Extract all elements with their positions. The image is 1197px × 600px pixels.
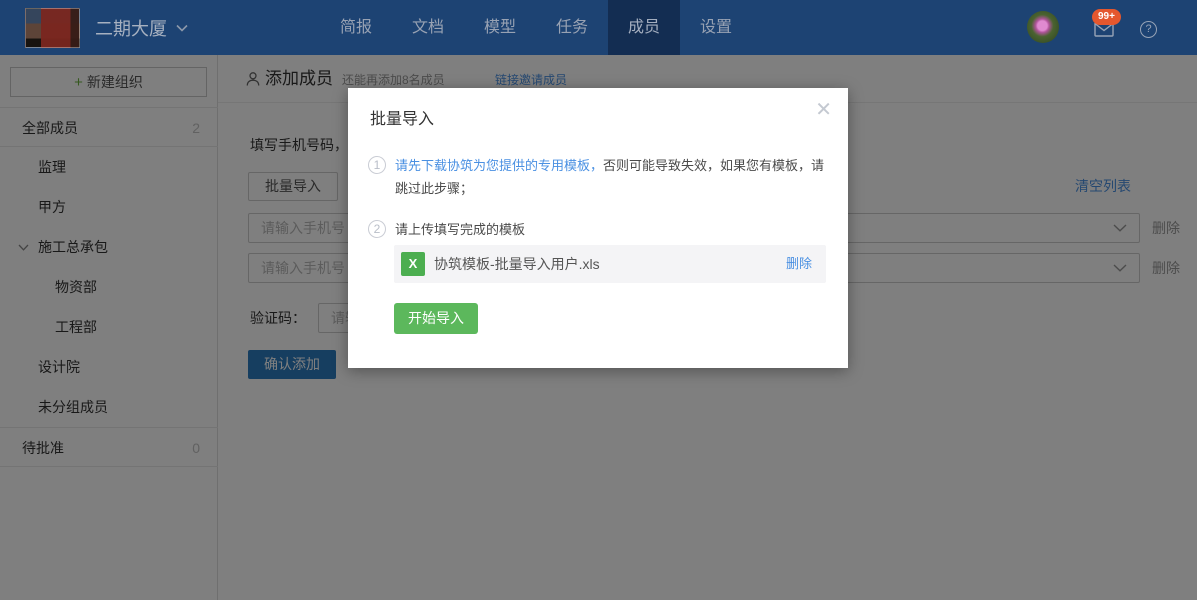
nav-tab-tasks[interactable]: 任务 — [536, 0, 608, 55]
nav-tab-settings[interactable]: 设置 — [680, 0, 752, 55]
close-icon[interactable]: ✕ — [815, 98, 832, 122]
nav-tab-documents[interactable]: 文档 — [392, 0, 464, 55]
modal-title: 批量导入 — [370, 105, 434, 129]
nav-tab-models[interactable]: 模型 — [464, 0, 536, 55]
step-2-number: 2 — [368, 220, 386, 238]
step-1-number: 1 — [368, 156, 386, 174]
step-2: 2 请上传填写完成的模板 — [368, 218, 829, 241]
step-1: 1 请先下载协筑为您提供的专用模板，否则可能导致失效，如果您有模板，请跳过此步骤… — [368, 154, 829, 200]
step-2-text: 请上传填写完成的模板 — [395, 218, 829, 241]
start-import-button[interactable]: 开始导入 — [394, 303, 478, 334]
uploaded-file-row: X 协筑模板-批量导入用户.xls 删除 — [394, 245, 826, 283]
nav-tab-briefing[interactable]: 简报 — [320, 0, 392, 55]
delete-file-link[interactable]: 删除 — [786, 245, 812, 283]
project-name: 二期大厦 — [95, 15, 167, 41]
project-logo-thumbnail[interactable] — [25, 8, 80, 48]
user-avatar[interactable] — [1027, 11, 1059, 43]
download-template-link[interactable]: 请先下载协筑为您提供的专用模板， — [395, 158, 603, 173]
help-icon[interactable]: ? — [1140, 21, 1157, 38]
nav-tab-members[interactable]: 成员 — [608, 0, 680, 55]
step-1-text: 请先下载协筑为您提供的专用模板，否则可能导致失效，如果您有模板，请跳过此步骤； — [395, 154, 829, 200]
chevron-down-icon — [176, 24, 188, 32]
batch-import-modal: 批量导入 ✕ 1 请先下载协筑为您提供的专用模板，否则可能导致失效，如果您有模板… — [348, 88, 848, 368]
top-navbar: 二期大厦 简报 文档 模型 任务 成员 设置 99+ ? — [0, 0, 1197, 55]
uploaded-file-name: 协筑模板-批量导入用户.xls — [434, 245, 600, 283]
main-nav: 简报 文档 模型 任务 成员 设置 — [320, 0, 752, 55]
notifications-icon[interactable] — [1094, 22, 1114, 42]
app-window: 二期大厦 简报 文档 模型 任务 成员 设置 99+ ? +新建组织 全部成员 … — [0, 0, 1197, 600]
project-switcher[interactable]: 二期大厦 — [95, 0, 188, 55]
notification-count-badge[interactable]: 99+ — [1092, 9, 1121, 25]
excel-file-icon: X — [401, 252, 425, 276]
